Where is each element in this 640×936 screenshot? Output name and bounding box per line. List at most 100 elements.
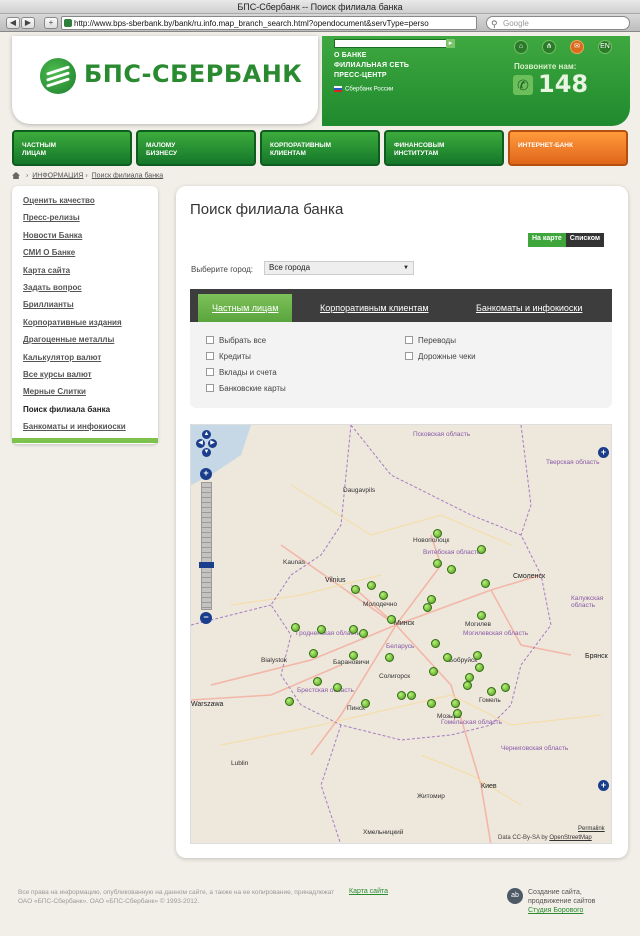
layers-switcher-icon[interactable]: + bbox=[598, 447, 609, 458]
branch-pin[interactable] bbox=[433, 529, 442, 538]
filter-bank-cards[interactable]: Банковские карты bbox=[206, 384, 286, 393]
sidebar-item-rate-quality[interactable]: Оценить качество bbox=[12, 196, 158, 213]
zoom-in-button[interactable]: + bbox=[200, 468, 212, 480]
add-bookmark-button[interactable]: + bbox=[44, 17, 58, 29]
branch-pin[interactable] bbox=[473, 651, 482, 660]
branch-pin[interactable] bbox=[379, 591, 388, 600]
pan-down-icon[interactable]: ▼ bbox=[202, 448, 211, 457]
branch-pin[interactable] bbox=[387, 615, 396, 624]
mainnav-internet-bank[interactable]: ИНТЕРНЕТ-БАНК bbox=[508, 130, 628, 166]
filter-deposits[interactable]: Вклады и счета bbox=[206, 368, 277, 377]
home-icon[interactable]: ⌂ bbox=[514, 40, 528, 54]
branch-pin[interactable] bbox=[285, 697, 294, 706]
sidebar-item-press-releases[interactable]: Пресс-релизы bbox=[12, 213, 158, 230]
osm-link[interactable]: OpenStreetMap bbox=[549, 835, 591, 841]
zoom-slider-handle[interactable] bbox=[199, 562, 214, 568]
breadcrumb-home-icon[interactable] bbox=[12, 172, 20, 179]
branch-pin[interactable] bbox=[477, 545, 486, 554]
breadcrumb-info-link[interactable]: ИНФОРМАЦИЯ bbox=[32, 172, 83, 179]
branch-pin[interactable] bbox=[407, 691, 416, 700]
checkbox[interactable] bbox=[206, 384, 214, 392]
nav-about-link[interactable]: О БАНКЕ bbox=[334, 52, 367, 59]
sidebar-item-bank-news[interactable]: Новости Банка bbox=[12, 231, 158, 248]
header-search-button[interactable]: ▸ bbox=[446, 39, 455, 48]
browser-search-input[interactable]: ⚲ Google bbox=[486, 16, 630, 30]
mail-icon[interactable]: ✉ bbox=[570, 40, 584, 54]
pan-up-icon[interactable]: ▲ bbox=[202, 430, 211, 439]
branch-pin[interactable] bbox=[477, 611, 486, 620]
map-zoom-control[interactable]: + − bbox=[199, 468, 214, 624]
language-switch[interactable]: EN bbox=[598, 40, 612, 54]
branch-pin[interactable] bbox=[397, 691, 406, 700]
mainnav-private[interactable]: ЧАСТНЫМ ЛИЦАМ bbox=[12, 130, 132, 166]
sidebar-item-diamonds[interactable]: Бриллианты bbox=[12, 300, 158, 317]
sberbank-logo-icon[interactable] bbox=[40, 58, 76, 94]
tab-corporate[interactable]: Корпоративным клиентам bbox=[320, 294, 429, 322]
zoom-bar[interactable] bbox=[201, 482, 212, 610]
sidebar-item-exchange-rates[interactable]: Все курсы валют bbox=[12, 370, 158, 387]
sitemap-icon[interactable]: ⋔ bbox=[542, 40, 556, 54]
sidebar-item-bullion[interactable]: Мерные Слитки bbox=[12, 387, 158, 404]
mainnav-corporate[interactable]: КОРПОРАТИВНЫМ КЛИЕНТАМ bbox=[260, 130, 380, 166]
studio-logo-icon[interactable]: ab bbox=[507, 888, 523, 904]
branch-pin[interactable] bbox=[481, 579, 490, 588]
branch-pin[interactable] bbox=[423, 603, 432, 612]
branch-pin[interactable] bbox=[361, 699, 370, 708]
overview-map-icon[interactable]: + bbox=[598, 780, 609, 791]
sidebar-item-ask-question[interactable]: Задать вопрос bbox=[12, 283, 158, 300]
branch-map[interactable]: Vilnius Минск Смоленск Брянск Warszawa К… bbox=[190, 424, 612, 844]
branch-pin[interactable] bbox=[501, 683, 510, 692]
sidebar-item-currency-calculator[interactable]: Калькулятор валют bbox=[12, 353, 158, 370]
branch-pin[interactable] bbox=[447, 565, 456, 574]
zoom-out-button[interactable]: − bbox=[200, 612, 212, 624]
tab-private[interactable]: Частным лицам bbox=[198, 294, 293, 322]
branch-pin[interactable] bbox=[443, 653, 452, 662]
footer-sitemap-link[interactable]: Карта сайта bbox=[349, 888, 388, 895]
branch-pin[interactable] bbox=[433, 559, 442, 568]
branch-pin[interactable] bbox=[309, 649, 318, 658]
sidebar-item-corporate-publications[interactable]: Корпоративные издания bbox=[12, 318, 158, 335]
checkbox[interactable] bbox=[206, 336, 214, 344]
branch-pin[interactable] bbox=[351, 585, 360, 594]
filter-credits[interactable]: Кредиты bbox=[206, 352, 251, 361]
branch-pin[interactable] bbox=[359, 629, 368, 638]
branch-pin[interactable] bbox=[313, 677, 322, 686]
branch-pin[interactable] bbox=[475, 663, 484, 672]
sidebar-item-sitemap[interactable]: Карта сайта bbox=[12, 266, 158, 283]
view-map-button[interactable]: На карте bbox=[528, 233, 566, 247]
forward-button[interactable]: ▶ bbox=[21, 17, 35, 29]
branch-pin[interactable] bbox=[333, 683, 342, 692]
nav-branches-link[interactable]: ФИЛИАЛЬНАЯ СЕТЬ bbox=[334, 62, 409, 69]
sidebar-item-media[interactable]: СМИ О Банке bbox=[12, 248, 158, 265]
view-list-button[interactable]: Списком bbox=[565, 233, 605, 247]
mainnav-small-business[interactable]: МАЛОМУ БИЗНЕСУ bbox=[136, 130, 256, 166]
permalink-link[interactable]: Permalink bbox=[578, 826, 605, 832]
address-bar[interactable]: http://www.bps-sberbank.by/bank/ru.info.… bbox=[61, 16, 477, 30]
filter-transfers[interactable]: Переводы bbox=[405, 336, 456, 345]
branch-pin[interactable] bbox=[367, 581, 376, 590]
filter-select-all[interactable]: Выбрать все bbox=[206, 336, 266, 345]
header-search-input[interactable] bbox=[334, 39, 454, 48]
branch-pin[interactable] bbox=[385, 653, 394, 662]
branch-pin[interactable] bbox=[431, 639, 440, 648]
nav-press-link[interactable]: ПРЕСС-ЦЕНТР bbox=[334, 72, 387, 79]
pan-right-icon[interactable]: ▶ bbox=[208, 439, 217, 448]
branch-pin[interactable] bbox=[349, 651, 358, 660]
studio-link[interactable]: Студия Борового bbox=[528, 907, 583, 914]
sidebar-item-atms[interactable]: Банкоматы и инфокиоски bbox=[12, 422, 158, 439]
sidebar-item-precious-metals[interactable]: Драгоценные металлы bbox=[12, 335, 158, 352]
checkbox[interactable] bbox=[206, 368, 214, 376]
tab-atms[interactable]: Банкоматы и инфокиоски bbox=[476, 294, 582, 322]
sberbank-russia-link[interactable]: Сбербанк России bbox=[334, 86, 393, 93]
filter-travel-cheques[interactable]: Дорожные чеки bbox=[405, 352, 476, 361]
breadcrumb-current-link[interactable]: Поиск филиала банка bbox=[92, 172, 164, 179]
branch-pin[interactable] bbox=[451, 699, 460, 708]
branch-pin[interactable] bbox=[487, 687, 496, 696]
branch-pin[interactable] bbox=[291, 623, 300, 632]
branch-pin[interactable] bbox=[463, 681, 472, 690]
branch-pin[interactable] bbox=[427, 699, 436, 708]
mainnav-financial[interactable]: ФИНАНСОВЫМ ИНСТИТУТАМ bbox=[384, 130, 504, 166]
map-pan-control[interactable]: ▲ ◀ ▶ ▼ bbox=[196, 430, 218, 468]
back-button[interactable]: ◀ bbox=[6, 17, 20, 29]
branch-pin[interactable] bbox=[429, 667, 438, 676]
